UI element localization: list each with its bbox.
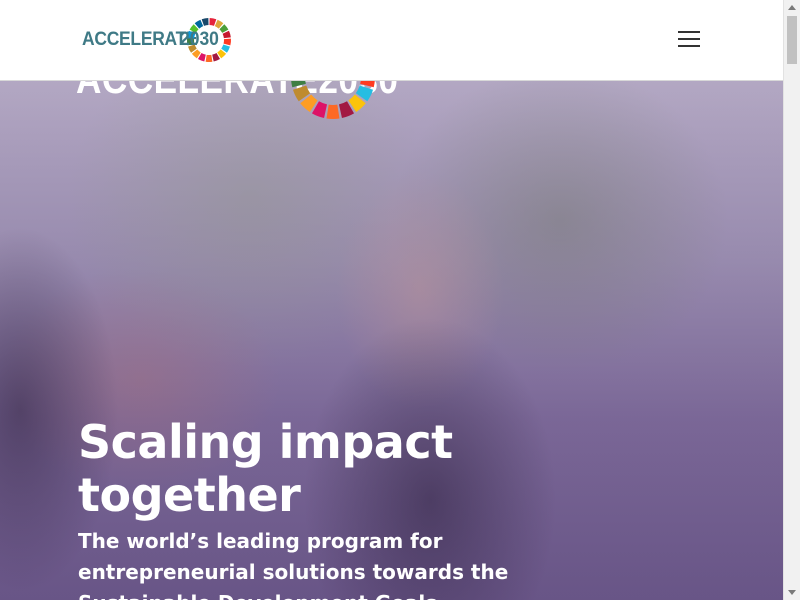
hero-headline: Scaling impact together xyxy=(78,415,453,522)
scroll-down-arrow-icon[interactable] xyxy=(788,590,796,595)
hero-photo-overlay xyxy=(0,80,783,600)
sdg-wheel-segment xyxy=(201,18,209,26)
scroll-up-arrow-icon[interactable] xyxy=(788,5,796,10)
sdg-wheel-segment xyxy=(360,80,375,88)
sdg-wheel-segment xyxy=(205,54,213,63)
sdg-wheel-segment xyxy=(209,18,217,26)
hero-section: ACCELERATE2030 Scaling impact together T… xyxy=(0,80,783,600)
logo-year: 2030 xyxy=(180,29,219,50)
hero-subheadline: The world’s leading program for entrepre… xyxy=(78,529,509,600)
hamburger-menu-icon[interactable] xyxy=(678,31,700,49)
hero-sdg-wheel-icon xyxy=(291,80,375,119)
site-header: ACCELERATE 2030 xyxy=(0,0,783,81)
sdg-wheel-segment xyxy=(291,80,306,88)
sdg-wheel-segment xyxy=(326,104,340,119)
accelerate2030-logo[interactable]: ACCELERATE 2030 xyxy=(82,17,231,63)
vertical-scrollbar[interactable] xyxy=(783,0,800,600)
sdg-wheel-segment xyxy=(223,38,231,46)
scrollbar-thumb[interactable] xyxy=(787,16,797,64)
